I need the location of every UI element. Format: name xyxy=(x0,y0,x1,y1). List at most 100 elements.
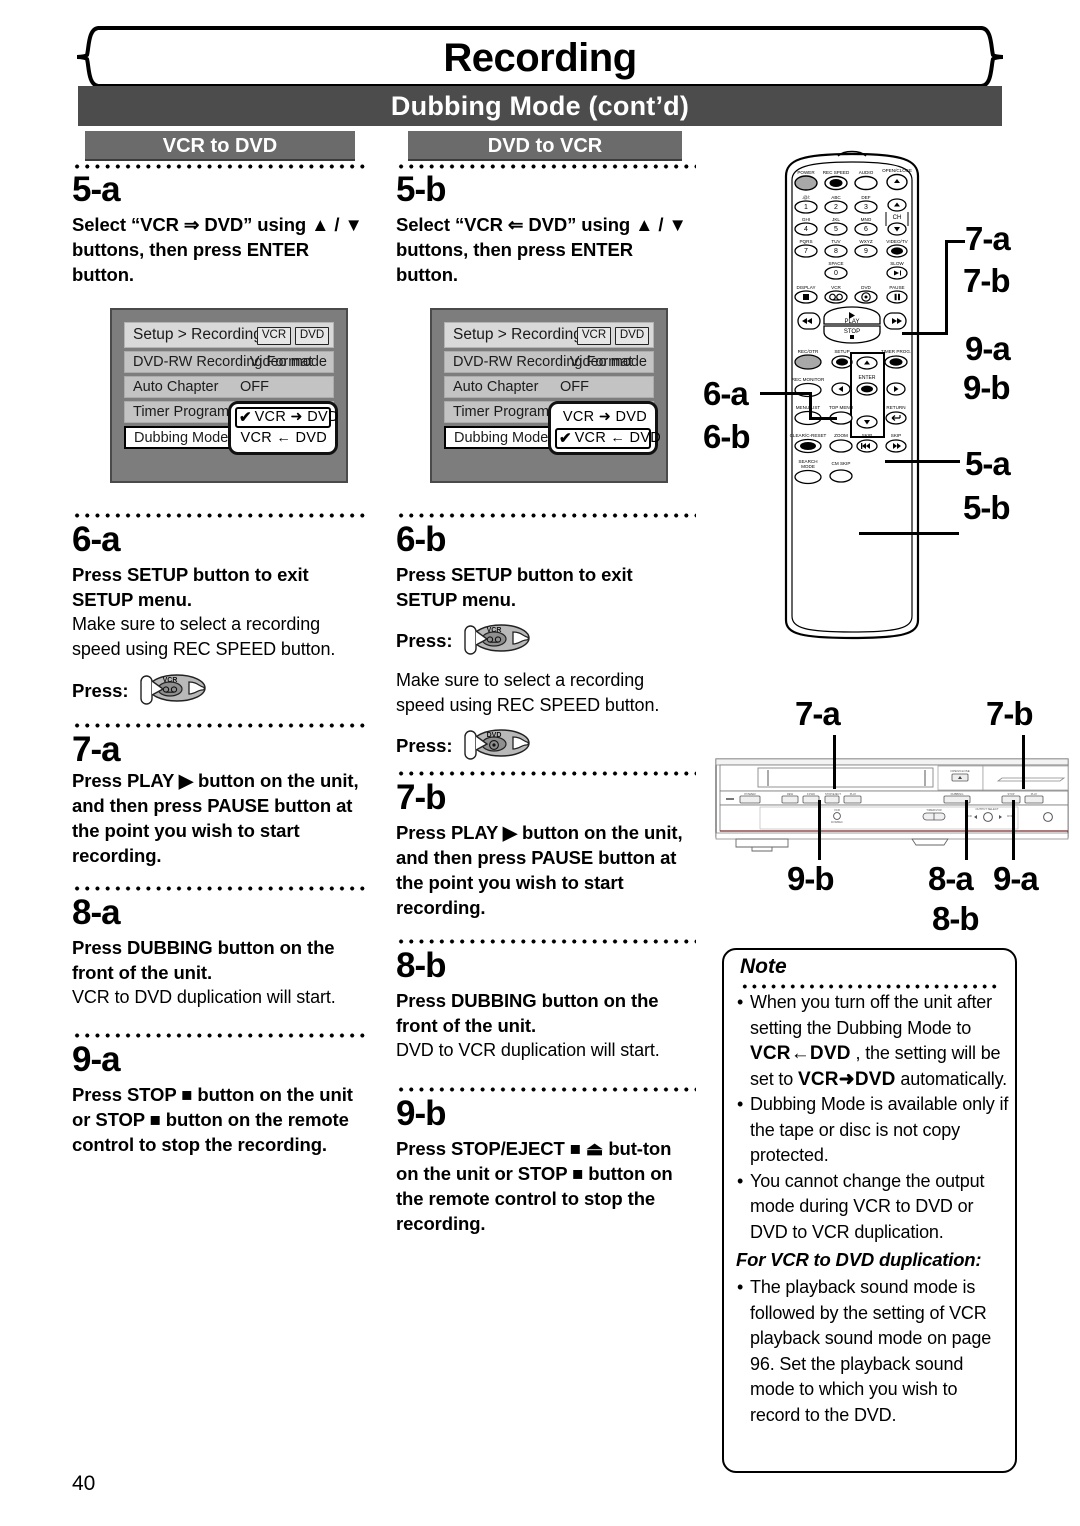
tv-row-auto-chapter[interactable]: Auto Chapter OFF xyxy=(124,376,334,398)
step-text-7a: Press PLAY ▶ button on the unit, and the… xyxy=(72,770,359,866)
step-note-6a: Make sure to select a recording speed us… xyxy=(72,614,336,659)
step-text-6b: Press SETUP button to exit SETUP menu. xyxy=(396,564,633,610)
dvd-button-press-icon: DVD xyxy=(461,723,533,768)
page-number: 40 xyxy=(72,1472,96,1495)
note-text: When you turn off the unit after setting… xyxy=(750,992,993,1038)
svg-text:VCR: VCR xyxy=(831,285,841,290)
tv-row-auto-chapter[interactable]: Auto Chapter OFF xyxy=(444,376,654,398)
svg-text:3: 3 xyxy=(864,204,868,211)
tv-menu-screenshot-vcr-to-dvd: Setup > Recording VCR DVD DVD-RW Recordi… xyxy=(110,308,348,483)
dubbing-mode-popup[interactable]: ✔ VCR ➜ DVD VCR ← DVD xyxy=(228,401,338,455)
tv-row-recording-format[interactable]: DVD-RW Recording Format Video mode xyxy=(444,351,654,373)
leader-line-6a-v xyxy=(809,392,812,420)
dubbing-mode-popup[interactable]: VCR ➜ DVD ✔ VCR ← DVD xyxy=(548,401,661,455)
vcr-button-press-icon: VCR xyxy=(461,618,533,663)
note-divider xyxy=(740,983,998,990)
panel-callout-9a: 9-a xyxy=(993,860,1039,897)
svg-text:STOP/EJECT: STOP/EJECT xyxy=(825,792,841,796)
step-note-8b: DVD to VCR duplication will start. xyxy=(396,1040,660,1060)
tab-vcr-to-dvd: VCR to DVD xyxy=(85,131,355,161)
svg-text:REC MONITOR: REC MONITOR xyxy=(792,377,825,382)
popup-option-dvd-to-vcr[interactable]: ✔ VCR ← DVD xyxy=(555,428,661,449)
remote-callout-6a: 6-a xyxy=(703,375,749,412)
popup-option-vcr-to-dvd[interactable]: ✔ VCR ➜ DVD xyxy=(235,407,338,428)
popup-option-label: VCR ← DVD xyxy=(574,430,662,446)
remote-callout-5b: 5-b xyxy=(963,489,1010,526)
remote-callout-9a: 9-a xyxy=(965,330,1011,367)
front-panel-diagram: OPEN/CLOSE POWER REW F.FWD STOP/EJECT PL… xyxy=(712,745,1072,855)
svg-text:5: 5 xyxy=(834,226,838,233)
svg-text:GHI: GHI xyxy=(802,217,810,222)
step-number-8a: 8-a xyxy=(72,893,121,932)
right-brace-icon xyxy=(980,26,1004,88)
svg-text:F.FWD: F.FWD xyxy=(807,792,815,796)
press-row-6a: Press: VCR xyxy=(72,668,209,713)
svg-text:REC SPEED: REC SPEED xyxy=(823,170,850,175)
svg-text:PLAY: PLAY xyxy=(1031,792,1038,796)
svg-text:WXYZ: WXYZ xyxy=(859,239,872,244)
tv-row-label: Dubbing Mode xyxy=(454,430,549,446)
svg-text:TIMER PROG.: TIMER PROG. xyxy=(881,349,911,354)
svg-text:POWER: POWER xyxy=(744,792,756,796)
remote-callout-5a: 5-a xyxy=(965,445,1011,482)
svg-text:SLOW: SLOW xyxy=(890,261,904,266)
tv-row-recording-format[interactable]: DVD-RW Recording Format Video mode xyxy=(124,351,334,373)
separator-8a xyxy=(72,885,368,892)
remote-control-diagram: POWER REC SPEED AUDIO OPEN/CLOSE .@/: 1 … xyxy=(762,150,942,640)
leader-line-6a xyxy=(760,392,812,395)
note-item-3: You cannot change the output mode during… xyxy=(736,1169,1012,1246)
svg-text:AUDIO: AUDIO xyxy=(859,170,874,175)
tv-badge-dvd: DVD xyxy=(615,327,649,345)
step-number-9a: 9-a xyxy=(72,1040,121,1079)
popup-option-vcr-to-dvd[interactable]: VCR ➜ DVD xyxy=(555,407,651,428)
note-title: Note xyxy=(740,955,787,978)
note-text: You cannot change the output mode during… xyxy=(750,1170,985,1242)
tv-row-value: Video mode xyxy=(569,354,647,370)
tv-badge-dvd: DVD xyxy=(295,327,329,345)
popup-option-label: VCR ← DVD xyxy=(240,430,327,446)
svg-text:DUBBING: DUBBING xyxy=(951,792,964,796)
separator-9a xyxy=(72,1032,368,1039)
svg-text:ENTER: ENTER xyxy=(859,375,876,381)
note-box: Note When you turn off the unit after se… xyxy=(722,948,1017,1473)
section-title: Dubbing Mode (cont’d) xyxy=(390,91,690,121)
leader-line-9b xyxy=(859,532,959,535)
step-text-9b: Press STOP/EJECT ■ ⏏ but-ton on the unit… xyxy=(396,1138,673,1234)
panel-leader-9b xyxy=(818,800,821,860)
leader-line-7b xyxy=(902,332,948,335)
svg-text:DVD: DVD xyxy=(861,285,871,290)
separator-7a xyxy=(72,722,368,729)
tab-vcr-to-dvd-label: VCR to DVD xyxy=(162,135,278,157)
svg-text:6: 6 xyxy=(864,226,868,233)
note-item-1: When you turn off the unit after setting… xyxy=(736,990,1012,1092)
tv-menu-title: Setup > Recording xyxy=(453,326,582,343)
panel-callout-7a: 7-a xyxy=(795,695,841,732)
popup-option-dvd-to-vcr[interactable]: VCR ← DVD xyxy=(235,428,331,449)
step-number-9b: 9-b xyxy=(396,1094,446,1133)
press-label: Press: xyxy=(396,629,453,651)
svg-text:7: 7 xyxy=(804,248,808,255)
svg-text:0: 0 xyxy=(834,270,838,277)
svg-text:PAUSE: PAUSE xyxy=(889,285,904,290)
tv-menu-title: Setup > Recording xyxy=(133,326,262,343)
svg-text:1: 1 xyxy=(804,204,808,211)
press-row-6b-2: Press: DVD xyxy=(396,723,533,768)
tv-row-value: OFF xyxy=(560,379,589,395)
svg-text:VCR: VCR xyxy=(486,627,501,634)
popup-option-label: VCR ➜ DVD xyxy=(254,409,339,425)
panel-callout-8a: 8-a xyxy=(928,860,974,897)
svg-text:SKIP: SKIP xyxy=(862,433,872,438)
note-subheading: For VCR to DVD duplication: xyxy=(736,1249,982,1270)
svg-text:OUTPUT SELECT: OUTPUT SELECT xyxy=(975,807,998,811)
panel-leader-8a xyxy=(965,800,968,860)
leader-line-7b-v xyxy=(945,240,948,335)
step-number-5b: 5-b xyxy=(396,170,446,209)
svg-text:OPEN/CLOSE: OPEN/CLOSE xyxy=(882,168,912,173)
step-number-5a: 5-a xyxy=(72,170,121,209)
svg-text:REW: REW xyxy=(787,792,794,796)
note-item-2: Dubbing Mode is available only if the ta… xyxy=(736,1092,1012,1169)
svg-text:DISPLAY: DISPLAY xyxy=(796,285,815,290)
svg-text:DVD: DVD xyxy=(486,732,501,739)
leader-line-6a-h2 xyxy=(809,417,837,420)
svg-text:OPEN/CLOSE: OPEN/CLOSE xyxy=(950,769,970,773)
